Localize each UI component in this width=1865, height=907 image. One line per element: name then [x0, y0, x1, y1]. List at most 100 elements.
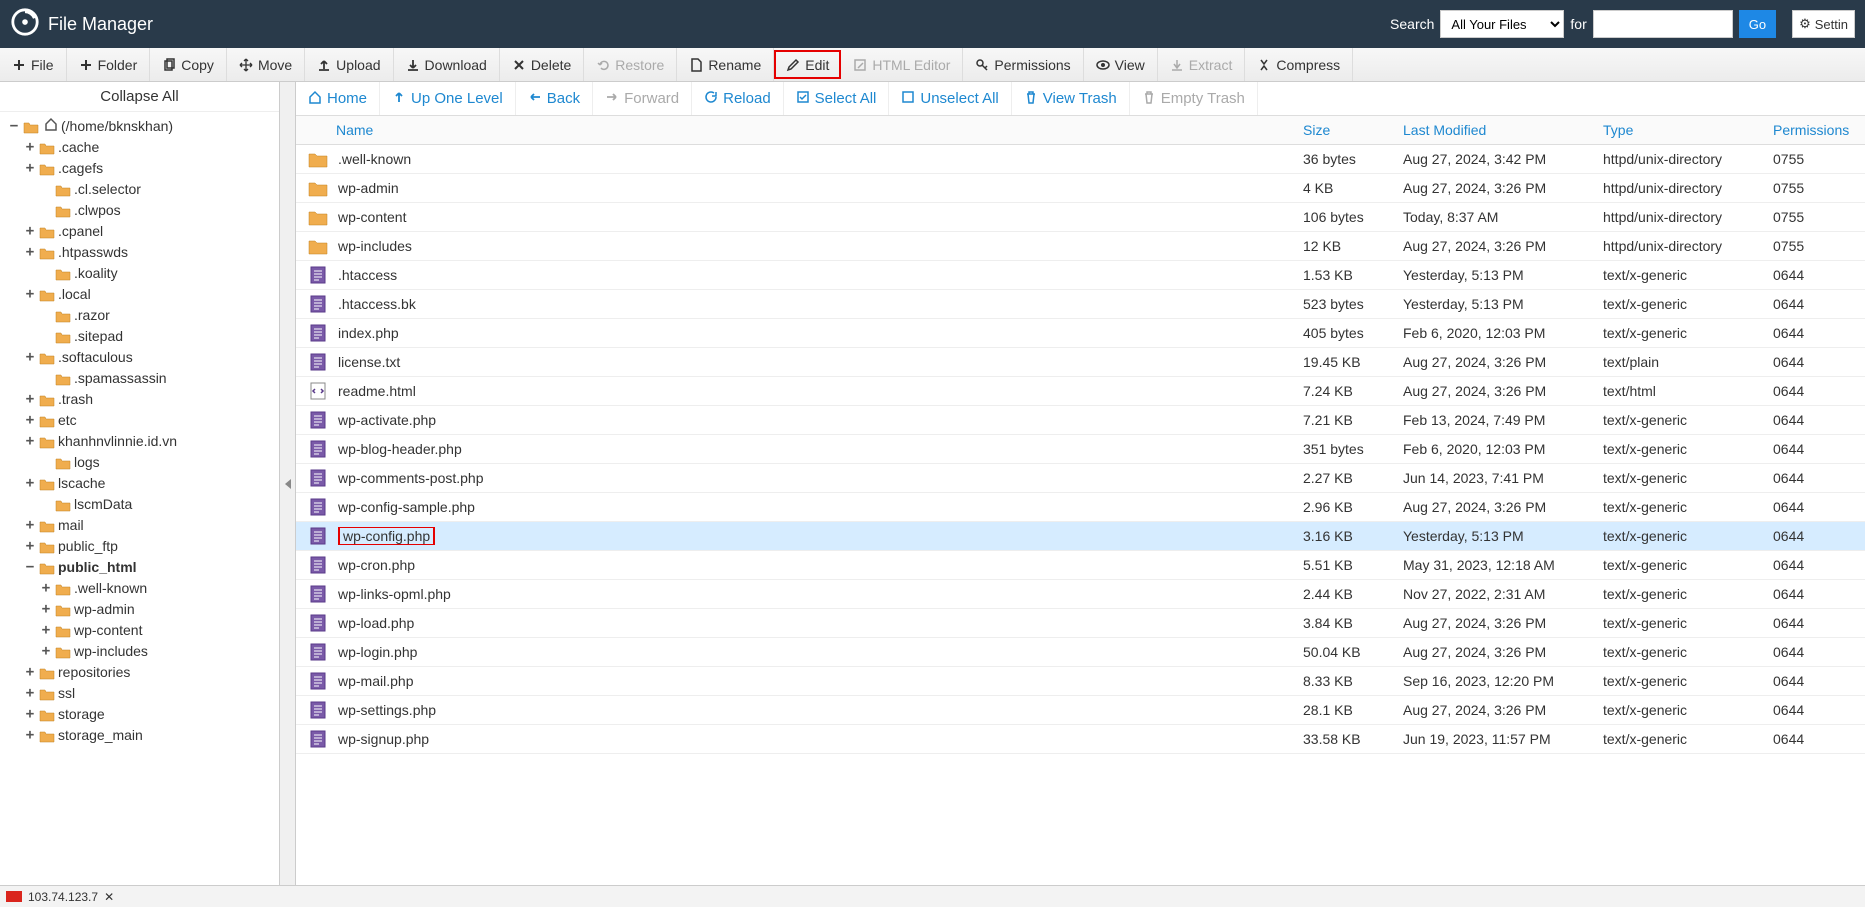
table-row[interactable]: wp-signup.php33.58 KBJun 19, 2023, 11:57…: [296, 725, 1865, 754]
nav-selectall-button[interactable]: Select All: [784, 82, 890, 115]
tree-node[interactable]: +.cpanel: [8, 221, 279, 242]
tree-node[interactable]: lscmData: [8, 494, 279, 515]
table-row[interactable]: wp-mail.php8.33 KBSep 16, 2023, 12:20 PM…: [296, 667, 1865, 696]
tree-node[interactable]: +repositories: [8, 662, 279, 683]
expand-toggle[interactable]: +: [24, 410, 36, 431]
nav-back-button[interactable]: Back: [516, 82, 593, 115]
tree-node[interactable]: +.trash: [8, 389, 279, 410]
permissions-button[interactable]: Permissions: [963, 48, 1083, 81]
expand-toggle[interactable]: +: [40, 641, 52, 662]
table-row[interactable]: wp-settings.php28.1 KBAug 27, 2024, 3:26…: [296, 696, 1865, 725]
tree-node[interactable]: +public_ftp: [8, 536, 279, 557]
tree-node[interactable]: .razor: [8, 305, 279, 326]
expand-toggle[interactable]: +: [24, 284, 36, 305]
tree-node[interactable]: .cl.selector: [8, 179, 279, 200]
tree-node[interactable]: +lscache: [8, 473, 279, 494]
expand-toggle[interactable]: +: [24, 242, 36, 263]
expand-toggle[interactable]: +: [40, 578, 52, 599]
compress-button[interactable]: Compress: [1245, 48, 1353, 81]
table-row[interactable]: wp-cron.php5.51 KBMay 31, 2023, 12:18 AM…: [296, 551, 1865, 580]
tree-node[interactable]: .koality: [8, 263, 279, 284]
tree-node[interactable]: +.well-known: [8, 578, 279, 599]
delete-button[interactable]: Delete: [500, 48, 584, 81]
folder-button[interactable]: Folder: [67, 48, 151, 81]
tree-node[interactable]: .spamassassin: [8, 368, 279, 389]
close-icon[interactable]: ✕: [104, 890, 114, 904]
col-header-size[interactable]: Size: [1295, 116, 1395, 144]
expand-toggle[interactable]: +: [24, 473, 36, 494]
table-row[interactable]: .well-known36 bytesAug 27, 2024, 3:42 PM…: [296, 145, 1865, 174]
table-row[interactable]: wp-admin4 KBAug 27, 2024, 3:26 PMhttpd/u…: [296, 174, 1865, 203]
splitter[interactable]: [280, 82, 296, 885]
table-row[interactable]: wp-config.php3.16 KBYesterday, 5:13 PMte…: [296, 522, 1865, 551]
expand-toggle[interactable]: +: [40, 620, 52, 641]
tree-node[interactable]: −public_html: [8, 557, 279, 578]
tree-node[interactable]: +khanhnvlinnie.id.vn: [8, 431, 279, 452]
go-button[interactable]: Go: [1739, 10, 1776, 38]
settings-button[interactable]: ⚙ Settin: [1792, 10, 1855, 38]
expand-toggle[interactable]: +: [24, 704, 36, 725]
expand-toggle[interactable]: +: [24, 431, 36, 452]
move-button[interactable]: Move: [227, 48, 305, 81]
rename-button[interactable]: Rename: [677, 48, 774, 81]
table-row[interactable]: wp-comments-post.php2.27 KBJun 14, 2023,…: [296, 464, 1865, 493]
tree-node[interactable]: +.cagefs: [8, 158, 279, 179]
expand-toggle[interactable]: −: [8, 116, 20, 137]
table-row[interactable]: readme.html7.24 KBAug 27, 2024, 3:26 PMt…: [296, 377, 1865, 406]
nav-up-button[interactable]: Up One Level: [380, 82, 516, 115]
table-row[interactable]: .htaccess1.53 KBYesterday, 5:13 PMtext/x…: [296, 261, 1865, 290]
table-row[interactable]: wp-config-sample.php2.96 KBAug 27, 2024,…: [296, 493, 1865, 522]
col-header-modified[interactable]: Last Modified: [1395, 116, 1595, 144]
table-row[interactable]: wp-content106 bytesToday, 8:37 AMhttpd/u…: [296, 203, 1865, 232]
col-header-permissions[interactable]: Permissions: [1765, 116, 1865, 144]
tree-node[interactable]: +storage: [8, 704, 279, 725]
tree-node[interactable]: +etc: [8, 410, 279, 431]
expand-toggle[interactable]: +: [24, 221, 36, 242]
copy-button[interactable]: Copy: [150, 48, 227, 81]
edit-button[interactable]: Edit: [774, 50, 841, 79]
tree-node[interactable]: +.softaculous: [8, 347, 279, 368]
search-input[interactable]: [1593, 10, 1733, 38]
tree-node[interactable]: +wp-includes: [8, 641, 279, 662]
tree-node[interactable]: +.local: [8, 284, 279, 305]
table-row[interactable]: wp-blog-header.php351 bytesFeb 6, 2020, …: [296, 435, 1865, 464]
expand-toggle[interactable]: +: [40, 599, 52, 620]
table-row[interactable]: wp-load.php3.84 KBAug 27, 2024, 3:26 PMt…: [296, 609, 1865, 638]
upload-button[interactable]: Upload: [305, 48, 393, 81]
expand-toggle[interactable]: +: [24, 158, 36, 179]
view-button[interactable]: View: [1084, 48, 1158, 81]
expand-toggle[interactable]: +: [24, 683, 36, 704]
tree-node[interactable]: +mail: [8, 515, 279, 536]
search-scope-select[interactable]: All Your Files: [1440, 10, 1564, 38]
expand-toggle[interactable]: +: [24, 662, 36, 683]
tree-node[interactable]: +.cache: [8, 137, 279, 158]
tree-node[interactable]: logs: [8, 452, 279, 473]
tree-node[interactable]: +.htpasswds: [8, 242, 279, 263]
download-button[interactable]: Download: [394, 48, 500, 81]
nav-home-button[interactable]: Home: [296, 82, 380, 115]
expand-toggle[interactable]: −: [24, 557, 36, 578]
table-row[interactable]: .htaccess.bk523 bytesYesterday, 5:13 PMt…: [296, 290, 1865, 319]
expand-toggle[interactable]: +: [24, 725, 36, 746]
col-header-name[interactable]: Name: [296, 116, 1295, 144]
table-row[interactable]: wp-login.php50.04 KBAug 27, 2024, 3:26 P…: [296, 638, 1865, 667]
file-button[interactable]: File: [0, 48, 67, 81]
nav-viewtrash-button[interactable]: View Trash: [1012, 82, 1130, 115]
expand-toggle[interactable]: +: [24, 515, 36, 536]
expand-toggle[interactable]: +: [24, 536, 36, 557]
table-row[interactable]: index.php405 bytesFeb 6, 2020, 12:03 PMt…: [296, 319, 1865, 348]
nav-reload-button[interactable]: Reload: [692, 82, 784, 115]
tree-node[interactable]: +wp-admin: [8, 599, 279, 620]
tree-node[interactable]: .sitepad: [8, 326, 279, 347]
col-header-type[interactable]: Type: [1595, 116, 1765, 144]
table-row[interactable]: wp-links-opml.php2.44 KBNov 27, 2022, 2:…: [296, 580, 1865, 609]
expand-toggle[interactable]: +: [24, 347, 36, 368]
tree-node[interactable]: .clwpos: [8, 200, 279, 221]
table-row[interactable]: wp-activate.php7.21 KBFeb 13, 2024, 7:49…: [296, 406, 1865, 435]
tree-node[interactable]: +storage_main: [8, 725, 279, 746]
expand-toggle[interactable]: +: [24, 137, 36, 158]
tree-node[interactable]: +ssl: [8, 683, 279, 704]
tree-node[interactable]: −(/home/bknskhan): [8, 116, 279, 137]
table-row[interactable]: license.txt19.45 KBAug 27, 2024, 3:26 PM…: [296, 348, 1865, 377]
expand-toggle[interactable]: +: [24, 389, 36, 410]
